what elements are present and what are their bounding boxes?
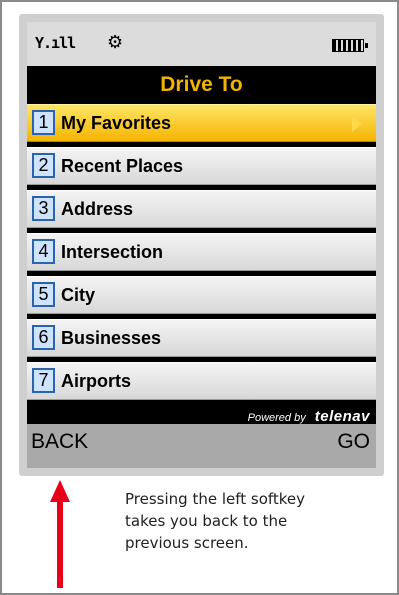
menu-item-label: City	[61, 285, 96, 305]
menu-item-intersection[interactable]: 4 Intersection	[27, 233, 376, 271]
menu-item-label: Businesses	[61, 328, 162, 348]
figure-frame: Y.ıll ⚙ Drive To 1 My Favorites 2 Recent…	[0, 0, 399, 595]
menu-item-number: 3	[32, 196, 55, 221]
menu-item-city[interactable]: 5 City	[27, 276, 376, 314]
caption-line: Pressing the left softkey	[125, 490, 306, 508]
menu-item-number: 7	[32, 368, 55, 393]
menu-item-number: 4	[32, 239, 55, 264]
menu-item-label: Airports	[61, 371, 132, 391]
powered-by-text: Powered by	[247, 412, 306, 424]
menu-item-number: 6	[32, 325, 55, 350]
signal-icon: Y.ıll	[35, 34, 76, 52]
menu-item-label: Intersection	[61, 242, 164, 262]
title-bar: Drive To	[27, 66, 376, 104]
softkey-bar: BACK GO	[27, 424, 376, 468]
menu-item-address[interactable]: 3 Address	[27, 190, 376, 228]
menu-item-label: Recent Places	[61, 156, 184, 176]
caption-text: Pressing the left softkey takes you back…	[125, 488, 375, 554]
menu-item-label: Address	[61, 199, 134, 219]
menu-item-number: 2	[32, 153, 55, 178]
back-softkey[interactable]: BACK	[31, 430, 88, 454]
gear-icon: ⚙	[107, 32, 124, 53]
status-bar: Y.ıll ⚙	[27, 22, 376, 66]
menu-item-my-favorites[interactable]: 1 My Favorites	[27, 104, 376, 142]
menu-item-label: My Favorites	[61, 113, 172, 133]
menu-item-number: 5	[32, 282, 55, 307]
phone-bezel: Y.ıll ⚙ Drive To 1 My Favorites 2 Recent…	[19, 14, 384, 476]
caption-line: takes you back to the	[125, 512, 288, 530]
menu-item-airports[interactable]: 7 Airports	[27, 362, 376, 400]
telenav-logo: telenav	[314, 408, 370, 425]
menu-item-businesses[interactable]: 6 Businesses	[27, 319, 376, 357]
menu-item-recent-places[interactable]: 2 Recent Places	[27, 147, 376, 185]
annotation-area: Pressing the left softkey takes you back…	[2, 476, 397, 593]
page-title: Drive To	[160, 73, 243, 96]
chevron-right-icon	[352, 116, 362, 132]
caption-line: previous screen.	[125, 534, 249, 552]
go-softkey[interactable]: GO	[337, 430, 370, 454]
phone-screen: Y.ıll ⚙ Drive To 1 My Favorites 2 Recent…	[27, 22, 376, 468]
powered-by-bar: Powered by telenav	[27, 406, 376, 425]
menu-item-number: 1	[32, 110, 55, 135]
battery-icon	[332, 39, 368, 52]
up-arrow-icon	[50, 480, 70, 588]
menu-list: 1 My Favorites 2 Recent Places 3 Address…	[27, 104, 376, 405]
